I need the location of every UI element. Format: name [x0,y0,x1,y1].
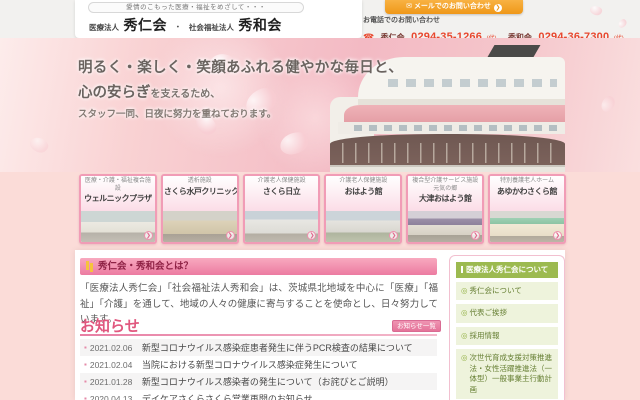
facility-photo: ❯ [326,211,401,242]
top-bar: 愛情のこもった医療・福祉をめざして・・・ 医療法人 秀仁会 ・ 社会福祉法人 秀… [0,0,640,43]
facility-category: 透析施設 [187,178,212,184]
news-item[interactable]: ▪ 2021.02.04 当院における新型コロナウイルス感染症発生について [80,356,437,373]
hero-line-3: スタッフ一同、日夜に努力を重ねております。 [78,109,277,120]
hero-banner: 明るく・楽しく・笑顔あふれる健やかな毎日と、 心の安らぎを支えるため、 スタッフ… [0,38,640,172]
site-tagline: 愛情のこもった医療・福祉をめざして・・・ [88,2,304,13]
facility-category: 医療・介護・福祉複合施設 [84,178,151,192]
page: 愛情のこもった医療・福祉をめざして・・・ 医療法人 秀仁会 ・ 社会福祉法人 秀… [0,0,640,400]
sidebar-item-greeting[interactable]: ◎ 代表ご挨拶 [456,304,558,323]
heading-bar-icon [461,266,463,273]
news-title: 当院における新型コロナウイルス感染症発生について [141,360,358,370]
news-date: 2020.04.13 [89,394,133,400]
hero-line-2-rest: を支えるため、 [150,89,221,100]
facility-card-otsu-ohayoukan[interactable]: 複合型介護サービス施設 元気の郷大津おはよう館 ❯ [406,174,485,244]
hero-line-2: 心の安らぎを支えるため、 [78,81,403,102]
building-roof [487,45,541,57]
facility-name: さくら日立 [262,186,301,196]
facility-card-sakura-hitachi[interactable]: 介護老人保健施設さくら日立 ❯ [242,174,321,244]
facility-card-row: 医療・介護・福祉複合施設ウェルニックプラザ ❯ 透析施設さくら水戸クリニック ❯… [79,174,566,244]
org2-name: 秀和会 [238,17,282,33]
org2-type: 社会福祉法人 [188,23,234,32]
sidebar-item-action-plan[interactable]: ◎ 次世代育成支援対策推進法・女性活躍推進法（一体型）一般事業主行動計画 [456,349,558,399]
envelope-icon: ✉ [406,3,412,10]
facility-card-ohayoukan[interactable]: 介護老人保健施設おはよう館 ❯ [324,174,403,244]
org1-name: 秀仁会 [123,17,167,33]
news-list-button[interactable]: お知らせ一覧 [392,320,441,332]
facility-card-sakura-mito-clinic[interactable]: 透析施設さくら水戸クリニック ❯ [160,174,239,244]
news-item[interactable]: ▪ 2021.01.28 新型コロナウイルス感染者の発生について（お詫びとご説明… [80,373,437,390]
site-logo[interactable]: 愛情のこもった医療・福祉をめざして・・・ 医療法人 秀仁会 ・ 社会福祉法人 秀… [75,0,362,38]
sidebar-about-corporation: 医療法人秀仁会について ◎ 秀仁会について ◎ 代表ご挨拶 ◎ 採用情報 ◎ 次世代育成… [449,255,565,400]
arrow-circle-icon: ❯ [307,231,317,240]
facility-card-ayukawa-sakurakan[interactable]: 特別養護老人ホームあゆかわさくら館 ❯ [488,174,566,244]
facility-photo: ❯ [490,211,564,242]
logo-separator: ・ [173,22,183,32]
logo-text: 医療法人 秀仁会 ・ 社会福祉法人 秀和会 [89,15,359,35]
petal-decoration [598,94,618,114]
facility-name: あゆかわさくら館 [497,186,558,196]
building-ground-floor [330,165,565,172]
bullet-icon: ▪ [84,377,87,386]
arrow-circle-icon: ❯ [389,231,399,240]
news-date: 2021.02.06 [89,343,133,353]
facility-photo: ❯ [408,211,483,242]
facility-name: 大津おはよう館 [418,194,472,203]
facility-category: 介護老人保健施設 [257,178,306,184]
news-title: 新型コロナウイルス感染症患者発生に伴うPCR検査の結果について [141,343,413,353]
arrow-circle-icon: ❯ [493,4,502,12]
news-date: 2021.02.04 [89,360,133,370]
sidebar-item-about[interactable]: ◎ 秀仁会について [456,281,558,300]
news-list: ▪ 2021.02.06 新型コロナウイルス感染症患者発生に伴うPCR検査の結果… [80,339,437,400]
circle-arrow-icon: ◎ [461,330,468,340]
news-section-heading: お知らせ [80,318,140,335]
facility-name: さくら水戸クリニック [163,186,239,196]
facility-category: 介護老人保健施設 [339,178,388,184]
facility-photo: ❯ [244,211,319,242]
about-section-heading: 秀仁会・秀和会とは？ [80,258,437,275]
hero-line-1: 明るく・楽しく・笑顔あふれる健やかな毎日と、 [78,60,404,76]
facility-category: 複合型介護サービス施設 元気の郷 [412,178,479,192]
news-item[interactable]: ▪ 2020.04.13 デイケアさくらさくら営業再開のお知らせ [80,390,437,400]
arrow-circle-icon: ❯ [552,231,562,240]
facility-category: 特別養護老人ホーム [500,178,554,184]
facility-name: ウェルニックプラザ [84,194,152,203]
hero-line-2-strong: 心の安らぎ [78,85,151,101]
facility-card-wellnic-plaza[interactable]: 医療・介護・福祉複合施設ウェルニックプラザ ❯ [79,174,157,244]
facility-name: おはよう館 [344,186,383,196]
bullet-icon: ▪ [84,394,87,400]
arrow-circle-icon: ❯ [225,231,235,240]
news-heading-rule [80,334,437,336]
sidebar-item-label: 次世代育成支援対策推進法・女性活躍推進法（一体型）一般事業主行動計画 [469,353,553,394]
about-heading-text: 秀仁会・秀和会とは？ [98,261,194,272]
circle-arrow-icon: ◎ [461,308,468,317]
arrow-circle-icon: ❯ [471,231,481,240]
news-date: 2021.01.28 [89,377,133,387]
hero-copy: 明るく・楽しく・笑顔あふれる健やかな毎日と、 心の安らぎを支えるため、 スタッフ… [78,56,403,120]
sidebar-item-label: 代表ご挨拶 [469,308,508,317]
facility-photo: ❯ [81,211,155,242]
circle-arrow-icon: ◎ [461,353,468,362]
petal-decoration [27,134,51,156]
circle-arrow-icon: ◎ [461,285,468,295]
arrow-circle-icon: ❯ [143,231,153,240]
mail-button-label: メールでのお問い合わせ [413,3,491,10]
news-title: デイケアさくらさくら営業再開のお知らせ [141,394,313,400]
phone-label: お電話でのお問い合わせ [363,17,440,24]
facility-photo: ❯ [162,211,237,242]
sidebar-heading[interactable]: 医療法人秀仁会について [456,262,558,278]
heading-bars-icon [86,261,89,270]
org1-type: 医療法人 [89,23,119,32]
bullet-icon: ▪ [84,360,87,369]
sidebar-heading-text: 医療法人秀仁会について [466,265,549,274]
building-mid-floor [338,122,565,134]
bullet-icon: ▪ [84,343,87,352]
mail-contact-button[interactable]: ✉ メールでのお問い合わせ ❯ [385,0,523,14]
sidebar-item-label: 採用情報 [469,330,500,340]
sidebar-item-label: 秀仁会について [469,285,522,295]
news-item[interactable]: ▪ 2021.02.06 新型コロナウイルス感染症患者発生に伴うPCR検査の結果… [80,339,437,356]
news-title: 新型コロナウイルス感染者の発生について（お詫びとご説明） [141,377,394,387]
sidebar-item-recruit[interactable]: ◎ 採用情報 [456,326,558,345]
